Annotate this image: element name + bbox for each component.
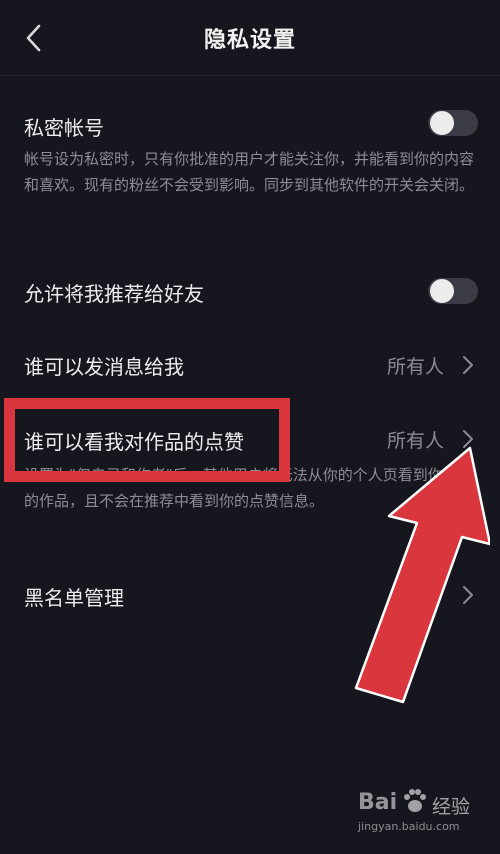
blacklist-label: 黑名单管理	[24, 586, 124, 610]
setting-who-can-message[interactable]: 谁可以发消息给我 所有人	[0, 342, 500, 390]
private-account-description: 帐号设为私密时，只有你批准的用户才能关注你，并能看到你的内容和喜欢。现有的粉丝不…	[24, 150, 475, 194]
setting-private-account: 私密帐号 帐号设为私密时，只有你批准的用户才能关注你，并能看到你的内容和喜欢。现…	[0, 100, 500, 230]
recommend-toggle[interactable]	[428, 278, 478, 304]
private-account-toggle[interactable]	[428, 110, 478, 136]
who-can-message-label: 谁可以发消息给我	[24, 355, 184, 379]
chevron-right-icon	[463, 356, 473, 374]
watermark-url: jingyan.baidu.com	[358, 820, 460, 833]
recommend-label: 允许将我推荐给好友	[24, 282, 204, 306]
watermark-brand: 经验	[432, 796, 471, 818]
toggle-knob	[430, 279, 454, 303]
chevron-right-icon	[463, 430, 473, 448]
chevron-right-icon	[463, 586, 473, 604]
toggle-knob	[430, 111, 454, 135]
who-can-see-likes-value: 所有人	[386, 430, 444, 452]
who-can-see-likes-description: 设置为"仅自己和作者"后，其他用户将无法从你的个人页看到你赞过的作品，且不会在推…	[24, 466, 473, 510]
nav-header: 隐私设置	[0, 0, 500, 76]
page-title: 隐私设置	[203, 28, 296, 53]
watermark-logo: Bai	[358, 790, 398, 815]
setting-blacklist[interactable]: 黑名单管理	[0, 572, 500, 620]
setting-recommend-to-friends[interactable]: 允许将我推荐给好友	[0, 268, 500, 316]
setting-who-can-see-likes[interactable]: 谁可以看我对作品的点赞 所有人 设置为"仅自己和作者"后，其他用户将无法从你的个…	[0, 416, 500, 541]
who-can-see-likes-label: 谁可以看我对作品的点赞	[24, 430, 244, 454]
private-account-label: 私密帐号	[24, 116, 104, 140]
who-can-message-value: 所有人	[386, 356, 444, 378]
baidu-jingyan-watermark: Bai 经验 jingyan.baidu.com	[358, 789, 478, 838]
paw-icon	[404, 789, 426, 812]
